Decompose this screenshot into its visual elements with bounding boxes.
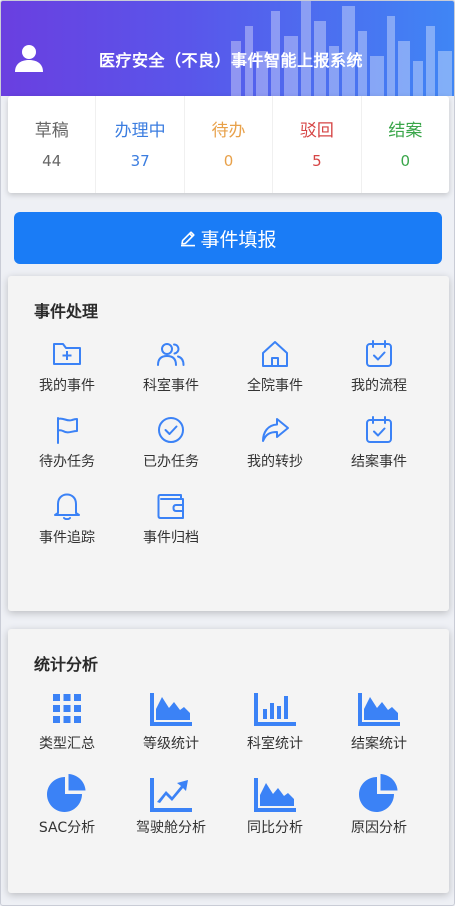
- area-chart-icon: [358, 693, 400, 726]
- home-icon: [262, 341, 288, 367]
- menu-hospital-events[interactable]: 全院事件: [223, 340, 327, 395]
- menu-done-tasks[interactable]: 已办任务: [119, 416, 223, 471]
- stat-in-progress[interactable]: 办理中 37: [96, 96, 185, 193]
- pencil-icon: [181, 231, 196, 247]
- area-chart-icon: [254, 778, 296, 812]
- menu-label: 结案统计: [351, 736, 407, 752]
- menu-label: 等级统计: [143, 736, 199, 752]
- stat-label: 办理中: [114, 121, 166, 141]
- share-icon: [262, 418, 289, 442]
- calendar-check-icon: [366, 340, 392, 367]
- panel-title: 统计分析: [34, 655, 99, 674]
- header-banner: 医疗安全（不良）事件智能上报系统: [1, 1, 454, 96]
- report-event-label: 事件填报: [200, 228, 277, 251]
- status-summary: 草稿 44 办理中 37 待办 0 驳回 5 结案 0: [8, 96, 449, 193]
- menu-pending-tasks[interactable]: 待办任务: [15, 416, 119, 471]
- area-chart-icon: [150, 693, 192, 726]
- menu-label: SAC分析: [38, 820, 96, 836]
- line-chart-icon: [150, 778, 192, 812]
- stat-value: 5: [312, 152, 322, 170]
- stat-label: 草稿: [34, 121, 69, 141]
- stat-value: 44: [42, 152, 62, 170]
- bell-icon: [54, 493, 80, 520]
- menu-type-summary[interactable]: 类型汇总: [15, 691, 119, 753]
- menu-label: 事件归档: [143, 530, 199, 546]
- stat-pending[interactable]: 待办 0: [185, 96, 274, 193]
- menu-label: 驾驶舱分析: [136, 820, 206, 836]
- folder-add-icon: [53, 343, 81, 365]
- menu-yoy-analysis[interactable]: 同比分析: [223, 772, 327, 837]
- menu-dept-stats[interactable]: 科室统计: [223, 691, 327, 753]
- menu-label: 我的流程: [351, 378, 407, 394]
- calendar-check-icon: [366, 416, 392, 443]
- stat-value: 0: [223, 152, 234, 170]
- stat-rejected[interactable]: 驳回 5: [273, 96, 362, 193]
- wallet-icon: [157, 494, 184, 519]
- menu-label: 同比分析: [247, 820, 303, 836]
- menu-label: 待办任务: [39, 454, 95, 470]
- statistics-menu-grid: 类型汇总 等级统计 科室统计 结案统计 SAC分析 驾驶舱分析 同比分析 原因分…: [15, 691, 431, 837]
- report-event-button[interactable]: 事件填报: [14, 212, 442, 264]
- menu-level-stats[interactable]: 等级统计: [119, 691, 223, 753]
- stat-draft[interactable]: 草稿 44: [8, 96, 97, 193]
- menu-my-flow[interactable]: 我的流程: [327, 340, 431, 395]
- stat-value: 37: [130, 152, 150, 170]
- event-menu-grid: 我的事件 科室事件 全院事件 我的流程 待办任务 已办任务 我的转抄 结案事件 …: [15, 340, 431, 547]
- app-screen: 医疗安全（不良）事件智能上报系统 草稿 44 办理中 37 待办 0 驳回 5 …: [0, 0, 455, 906]
- menu-event-tracking[interactable]: 事件追踪: [15, 492, 119, 547]
- flag-icon: [57, 417, 78, 444]
- menu-dept-events[interactable]: 科室事件: [119, 340, 223, 395]
- event-handling-panel: 事件处理 我的事件 科室事件 全院事件 我的流程 待办任务 已办任务 我的转抄 …: [8, 276, 449, 611]
- menu-label: 我的转抄: [247, 454, 303, 470]
- menu-label: 科室事件: [143, 378, 199, 394]
- user-icon[interactable]: [14, 43, 44, 73]
- bar-chart-icon: [254, 693, 296, 726]
- menu-closed-events[interactable]: 结案事件: [327, 416, 431, 471]
- stat-label: 驳回: [299, 121, 334, 141]
- menu-label: 全院事件: [247, 378, 303, 394]
- menu-label: 原因分析: [351, 820, 407, 836]
- menu-cause-analysis[interactable]: 原因分析: [327, 772, 431, 837]
- menu-label: 结案事件: [351, 454, 407, 470]
- check-circle-icon: [158, 417, 184, 443]
- menu-sac-analysis[interactable]: SAC分析: [15, 772, 119, 837]
- menu-label: 我的事件: [39, 378, 95, 394]
- app-title: 医疗安全（不良）事件智能上报系统: [99, 51, 364, 70]
- pie-chart-icon: [47, 774, 86, 812]
- panel-title: 事件处理: [34, 302, 99, 321]
- menu-closure-stats[interactable]: 结案统计: [327, 691, 431, 753]
- menu-label: 类型汇总: [39, 736, 95, 752]
- stat-label: 结案: [388, 121, 423, 141]
- menu-label: 事件追踪: [39, 530, 95, 546]
- grid-icon: [53, 694, 81, 723]
- stat-label: 待办: [211, 121, 246, 141]
- users-icon: [157, 343, 185, 366]
- menu-label: 已办任务: [143, 454, 199, 470]
- statistics-panel: 统计分析 类型汇总 等级统计 科室统计 结案统计 SAC分析 驾驶舱分析 同比分…: [8, 629, 449, 893]
- menu-my-forwards[interactable]: 我的转抄: [223, 416, 327, 471]
- menu-label: 科室统计: [247, 736, 303, 752]
- menu-my-events[interactable]: 我的事件: [15, 340, 119, 395]
- stat-closed[interactable]: 结案 0: [362, 96, 449, 193]
- stat-value: 0: [400, 152, 411, 170]
- menu-cockpit-analysis[interactable]: 驾驶舱分析: [119, 772, 223, 837]
- menu-event-archive[interactable]: 事件归档: [119, 492, 223, 547]
- pie-chart-icon: [359, 774, 398, 812]
